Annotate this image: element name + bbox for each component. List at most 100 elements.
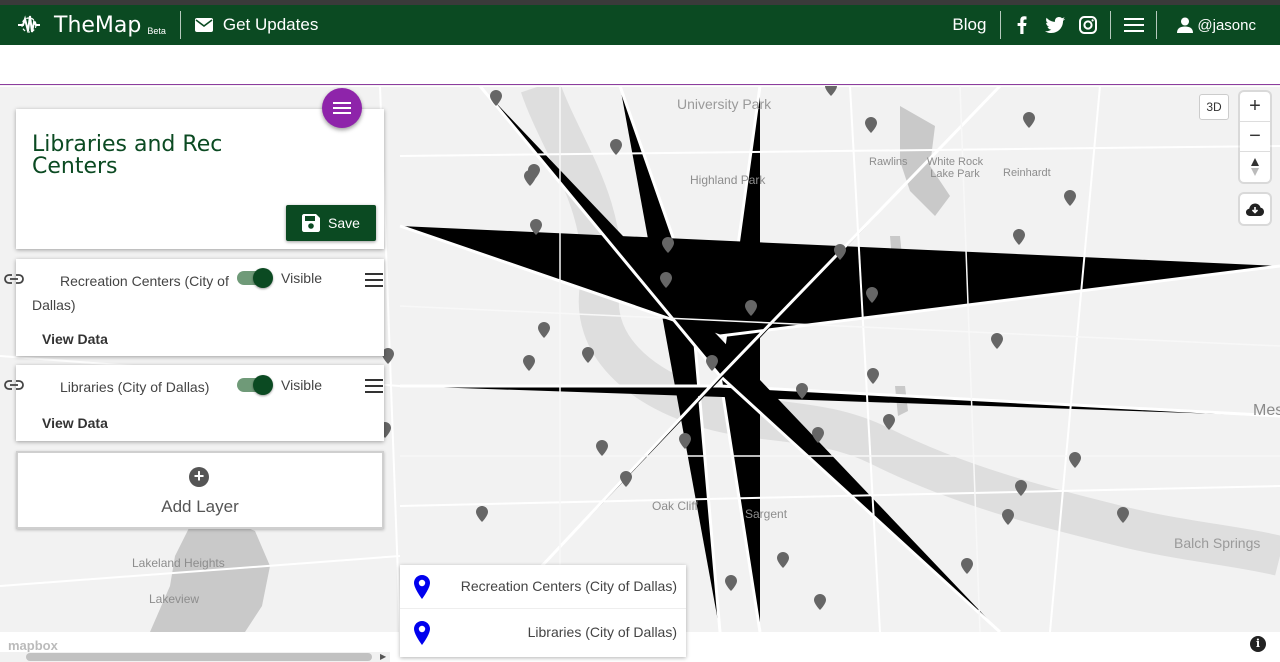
blog-link[interactable]: Blog <box>944 15 994 35</box>
map-marker[interactable] <box>706 355 718 371</box>
map-marker[interactable] <box>745 300 757 316</box>
twitter-link[interactable] <box>1038 5 1071 45</box>
add-layer-label: Add Layer <box>161 497 239 516</box>
map-marker[interactable] <box>883 414 895 430</box>
map-marker[interactable] <box>867 368 879 384</box>
map-marker[interactable] <box>596 440 608 456</box>
nav-divider <box>1110 11 1112 39</box>
map-marker[interactable] <box>1023 112 1035 128</box>
toggle-knob <box>253 375 273 395</box>
map-marker[interactable] <box>523 355 535 371</box>
view-data-link[interactable]: View Data <box>42 331 108 347</box>
instagram-icon <box>1078 16 1097 34</box>
map-marker[interactable] <box>812 427 824 443</box>
map-marker[interactable] <box>610 139 622 155</box>
map-marker[interactable] <box>777 552 789 568</box>
place-label: Sargent <box>745 507 788 521</box>
get-updates-link[interactable]: Get Updates <box>194 15 319 35</box>
place-label: Reinhardt <box>1003 167 1051 179</box>
menu-icon <box>1123 18 1144 32</box>
map-marker[interactable] <box>660 272 672 288</box>
layer-visibility-toggle[interactable] <box>237 268 273 288</box>
get-updates-label: Get Updates <box>222 15 319 34</box>
map-marker[interactable] <box>1064 190 1076 206</box>
layer-name: Recreation Centers (City of Dallas) <box>4 269 232 317</box>
place-label: Oak Cliff <box>652 499 698 513</box>
map-menu-fab[interactable] <box>322 88 362 128</box>
export-control <box>1240 194 1270 224</box>
map-marker[interactable] <box>825 86 837 96</box>
link-icon <box>4 380 24 390</box>
scrollbar-thumb[interactable] <box>26 653 372 661</box>
map-marker[interactable] <box>866 287 878 303</box>
scroll-right-arrow[interactable]: ▶ <box>380 652 386 661</box>
save-button[interactable]: Save <box>286 205 376 241</box>
themap-logo-icon <box>18 15 40 33</box>
legend-row: Recreation Centers (City of Dallas) <box>400 565 686 609</box>
facebook-link[interactable] <box>1005 5 1038 45</box>
map-marker[interactable] <box>1117 507 1129 523</box>
map-marker[interactable] <box>679 433 691 449</box>
map-marker[interactable] <box>961 558 973 574</box>
instagram-link[interactable] <box>1071 5 1104 45</box>
layer-card: Libraries (City of Dallas) Visible View … <box>4 365 384 441</box>
horizontal-scrollbar[interactable]: ▶ <box>0 652 390 662</box>
map-marker[interactable] <box>538 322 550 338</box>
map-marker[interactable] <box>991 333 1003 349</box>
layer-menu-icon[interactable] <box>365 379 383 393</box>
map-marker[interactable] <box>490 90 502 106</box>
map-marker[interactable] <box>620 471 632 487</box>
map-marker[interactable] <box>662 237 674 253</box>
mapbox-attribution[interactable]: mapbox <box>8 638 58 653</box>
map-marker[interactable] <box>865 117 877 133</box>
compass-button[interactable] <box>1240 152 1270 182</box>
layer-visibility-toggle[interactable] <box>237 375 273 395</box>
map-marker[interactable] <box>582 347 594 363</box>
download-button[interactable] <box>1240 194 1270 224</box>
username: @jasonc <box>1197 16 1256 34</box>
map-marker[interactable] <box>725 575 737 591</box>
map-marker[interactable] <box>1015 480 1027 496</box>
map-title[interactable]: Libraries and Rec Centers <box>32 134 252 178</box>
layer-name-text: Libraries (City of Dallas) <box>60 379 210 395</box>
zoom-out-button[interactable]: − <box>1240 122 1270 152</box>
legend-label: Recreation Centers (City of Dallas) <box>460 578 677 594</box>
place-label: Highland Park <box>690 173 766 187</box>
mail-icon <box>194 18 213 32</box>
toggle-knob <box>253 268 273 288</box>
layer-menu-icon[interactable] <box>365 273 383 287</box>
main-menu-button[interactable] <box>1117 5 1150 45</box>
nav-divider <box>1000 11 1002 39</box>
place-label: Lakeland Heights <box>132 556 225 570</box>
map-marker[interactable] <box>1013 229 1025 245</box>
map-marker[interactable] <box>530 219 542 235</box>
user-account-button[interactable]: @jasonc <box>1157 17 1280 34</box>
marker-pin-icon <box>414 621 430 645</box>
zoom-in-button[interactable]: + <box>1240 92 1270 122</box>
visible-label: Visible <box>281 270 322 286</box>
map-marker[interactable] <box>796 383 808 399</box>
map-marker[interactable] <box>524 170 536 186</box>
map-marker[interactable] <box>834 244 846 260</box>
3d-toggle-button[interactable]: 3D <box>1199 94 1229 120</box>
place-label: Balch Springs <box>1174 535 1261 551</box>
map-title-card: Libraries and Rec Centers Save <box>16 109 384 249</box>
twitter-icon <box>1044 17 1065 33</box>
place-label: Mes <box>1253 402 1280 419</box>
info-icon[interactable]: i <box>1250 636 1266 652</box>
brand[interactable]: TheMap Beta <box>0 5 166 45</box>
map-marker[interactable] <box>476 506 488 522</box>
map-marker[interactable] <box>1069 452 1081 468</box>
place-label: University Park <box>677 96 772 112</box>
view-data-link[interactable]: View Data <box>42 415 108 431</box>
add-layer-button[interactable]: + Add Layer <box>16 451 384 529</box>
menu-icon <box>333 102 351 114</box>
map-marker[interactable] <box>814 594 826 610</box>
map-marker[interactable] <box>1002 509 1014 525</box>
beta-badge: Beta <box>147 26 166 36</box>
save-icon <box>302 214 321 232</box>
marker-pin-icon <box>414 575 430 599</box>
navbar-right: Blog @jasonc <box>944 5 1280 45</box>
cloud-download-icon <box>1246 203 1264 216</box>
facebook-icon <box>1017 16 1027 34</box>
